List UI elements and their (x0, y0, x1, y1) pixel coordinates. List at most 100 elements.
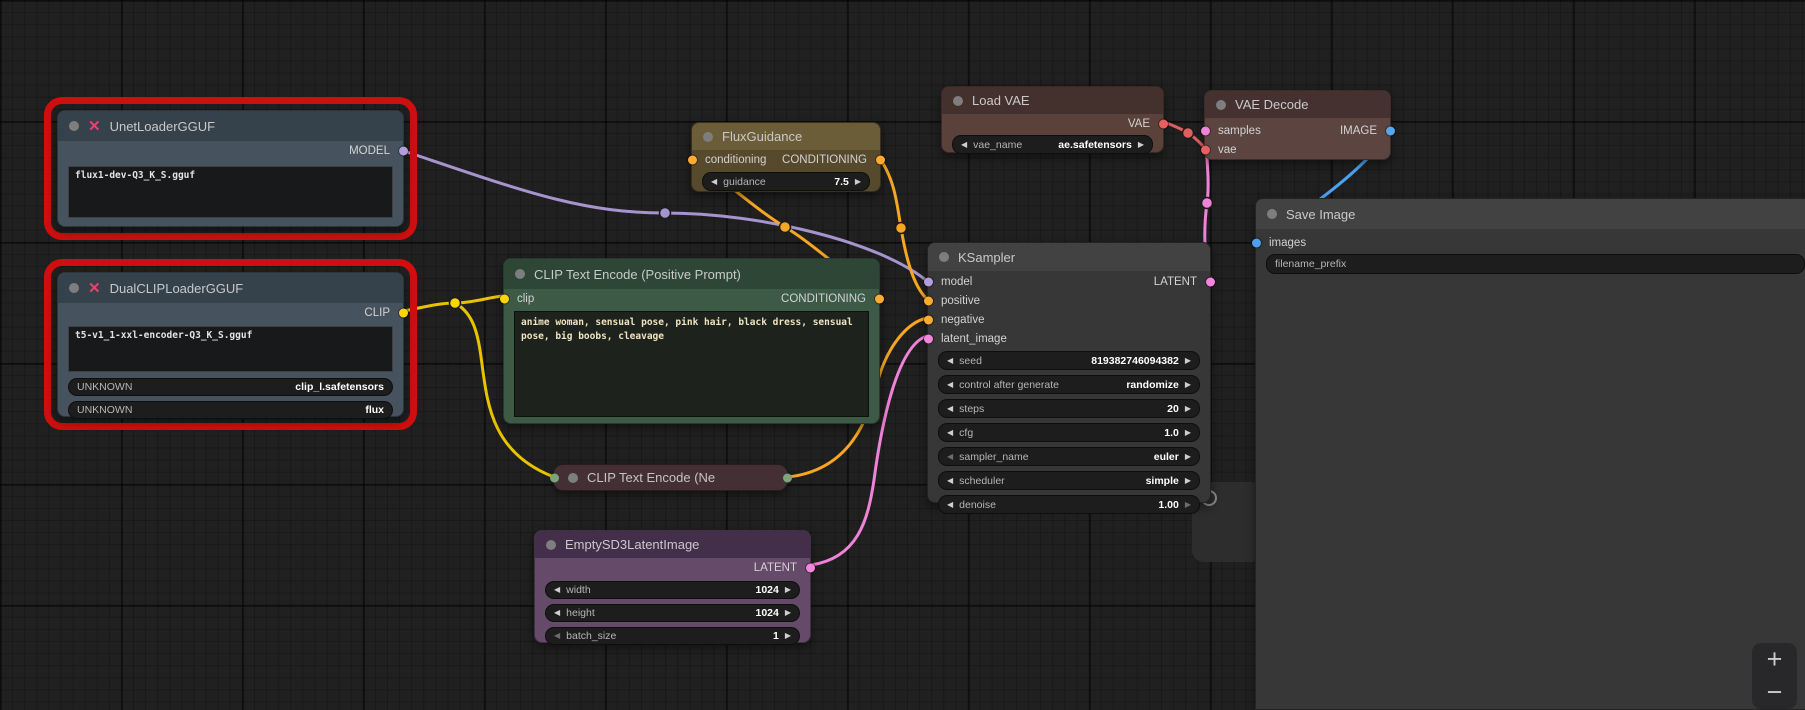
output-slot-latent[interactable] (1205, 277, 1215, 286)
reroute-dot-vae[interactable] (1181, 126, 1195, 140)
decrement-arrow-icon[interactable]: ◀ (711, 177, 717, 186)
output-slot-clip[interactable] (398, 308, 408, 317)
node-clip-text-encode-negative-collapsed[interactable]: CLIP Text Encode (Ne (549, 464, 792, 491)
collapse-dot[interactable] (1267, 209, 1277, 219)
input-slot-model[interactable] (923, 277, 933, 286)
input-slot-samples[interactable] (1200, 126, 1210, 135)
decrement-arrow-icon[interactable]: ◀ (947, 476, 953, 485)
reroute-dot-model[interactable] (658, 206, 672, 220)
node-titlebar[interactable]: FluxGuidance (692, 123, 880, 150)
clip-name-widget[interactable]: t5-v1_1-xxl-encoder-Q3_K_S.gguf (68, 326, 393, 372)
output-slot-conditioning[interactable] (874, 294, 884, 303)
node-unetloadergguf[interactable]: ✕ UnetLoaderGGUF MODEL flux1-dev-Q3_K_S.… (57, 110, 408, 227)
widget-steps[interactable]: ◀ steps 20 ▶ (938, 399, 1200, 418)
collapse-dot[interactable] (939, 252, 949, 262)
node-titlebar[interactable]: KSampler (928, 243, 1210, 271)
node-vae-decode[interactable]: VAE Decode samples IMAGE vae (1200, 90, 1395, 160)
input-slot-vae[interactable] (1200, 145, 1210, 154)
prompt-textarea[interactable]: anime woman, sensual pose, pink hair, bl… (514, 311, 869, 417)
collapse-dot[interactable] (953, 95, 963, 106)
node-titlebar[interactable]: Load VAE (942, 87, 1163, 114)
decrement-arrow-icon[interactable]: ◀ (947, 356, 953, 365)
node-dualcliploadergguf[interactable]: ✕ DualCLIPLoaderGGUF CLIP t5-v1_1-xxl-en… (57, 272, 408, 419)
decrement-arrow-icon[interactable]: ◀ (947, 500, 953, 509)
decrement-arrow-icon[interactable]: ◀ (554, 609, 560, 617)
node-emptysd3latentimage[interactable]: EmptySD3LatentImage LATENT ◀ width 1024 … (534, 530, 815, 645)
node-titlebar[interactable]: Save Image (1256, 199, 1805, 229)
increment-arrow-icon[interactable]: ▶ (785, 609, 791, 617)
increment-arrow-icon[interactable]: ▶ (1185, 404, 1191, 413)
widget-scheduler[interactable]: ◀ scheduler simple ▶ (938, 471, 1200, 490)
collapsed-output-slot[interactable] (782, 473, 792, 482)
node-titlebar[interactable]: CLIP Text Encode (Positive Prompt) (504, 259, 879, 289)
node-titlebar[interactable]: EmptySD3LatentImage (535, 531, 810, 558)
decrement-arrow-icon[interactable]: ◀ (947, 428, 953, 437)
widget-batch-size[interactable]: ◀ batch_size 1 ▶ (545, 627, 800, 645)
widget-clip-l[interactable]: UNKNOWN clip_l.safetensors (68, 378, 393, 396)
collapse-dot[interactable] (1216, 99, 1226, 110)
output-slot-image[interactable] (1385, 126, 1395, 135)
widget-control-after-generate[interactable]: ◀ control after generate randomize ▶ (938, 375, 1200, 394)
widget-cfg[interactable]: ◀ cfg 1.0 ▶ (938, 423, 1200, 442)
collapse-dot[interactable] (703, 131, 713, 142)
decrement-arrow-icon[interactable]: ◀ (961, 140, 967, 149)
widget-vae-name[interactable]: ◀ vae_name ae.safetensors ▶ (952, 135, 1153, 154)
increment-arrow-icon[interactable]: ▶ (1185, 476, 1191, 485)
increment-arrow-icon[interactable]: ▶ (855, 177, 861, 186)
unet-name-widget[interactable]: flux1-dev-Q3_K_S.gguf (68, 166, 393, 218)
collapse-dot[interactable] (69, 283, 79, 293)
collapse-dot[interactable] (515, 269, 525, 279)
input-slot-negative[interactable] (923, 315, 933, 324)
output-slot-latent[interactable] (805, 563, 815, 572)
decrement-arrow-icon[interactable]: ◀ (554, 632, 560, 640)
decrement-arrow-icon[interactable]: ◀ (947, 404, 953, 413)
input-slot-conditioning[interactable] (687, 155, 697, 164)
node-ksampler[interactable]: KSampler model LATENT positive negative … (923, 242, 1215, 514)
reroute-dot-latent[interactable] (1200, 196, 1214, 210)
reroute-dot-conditioning-b[interactable] (894, 221, 908, 235)
increment-arrow-icon[interactable]: ▶ (1185, 356, 1191, 365)
collapse-dot[interactable] (568, 472, 578, 483)
input-slot-images[interactable] (1251, 238, 1261, 247)
widget-guidance[interactable]: ◀ guidance 7.5 ▶ (702, 172, 870, 191)
collapse-dot[interactable] (69, 121, 79, 131)
increment-arrow-icon[interactable]: ▶ (785, 586, 791, 594)
increment-arrow-icon[interactable]: ▶ (1185, 428, 1191, 437)
widget-width[interactable]: ◀ width 1024 ▶ (545, 581, 800, 599)
node-load-vae[interactable]: Load VAE VAE ◀ vae_name ae.safetensors ▶ (941, 86, 1168, 154)
reroute-dot-conditioning-a[interactable] (778, 220, 792, 234)
decrement-arrow-icon[interactable]: ◀ (947, 452, 953, 461)
widget-value: 1024 (755, 607, 779, 619)
zoom-out-button[interactable]: − (1752, 676, 1797, 709)
collapsed-input-slot[interactable] (549, 473, 559, 482)
input-slot-positive[interactable] (923, 296, 933, 305)
input-slot-clip[interactable] (499, 294, 509, 303)
node-titlebar[interactable]: ✕ UnetLoaderGGUF (58, 111, 403, 141)
increment-arrow-icon[interactable]: ▶ (785, 632, 791, 640)
widget-height[interactable]: ◀ height 1024 ▶ (545, 604, 800, 622)
input-slot-latent-image[interactable] (923, 334, 933, 343)
widget-seed[interactable]: ◀ seed 819382746094382 ▶ (938, 351, 1200, 370)
reroute-dot-clip[interactable] (448, 296, 462, 310)
node-fluxguidance[interactable]: FluxGuidance conditioning CONDITIONING ◀… (687, 122, 885, 192)
output-slot-vae[interactable] (1158, 119, 1168, 128)
decrement-arrow-icon[interactable]: ◀ (554, 586, 560, 594)
increment-arrow-icon[interactable]: ▶ (1185, 452, 1191, 461)
widget-sampler-name[interactable]: ◀ sampler_name euler ▶ (938, 447, 1200, 466)
comfyui-canvas[interactable]: { "icons": {"left_arrow": "◀", "right_ar… (0, 0, 1805, 710)
node-titlebar[interactable]: VAE Decode (1205, 91, 1390, 118)
widget-filename-prefix[interactable]: filename_prefix (1266, 254, 1805, 274)
increment-arrow-icon[interactable]: ▶ (1138, 140, 1144, 149)
widget-denoise[interactable]: ◀ denoise 1.00 ▶ (938, 495, 1200, 514)
decrement-arrow-icon[interactable]: ◀ (947, 380, 953, 389)
node-clip-text-encode-positive[interactable]: CLIP Text Encode (Positive Prompt) clip … (499, 258, 884, 424)
node-titlebar[interactable]: ✕ DualCLIPLoaderGGUF (58, 273, 403, 303)
increment-arrow-icon[interactable]: ▶ (1185, 380, 1191, 389)
output-slot-conditioning[interactable] (875, 155, 885, 164)
widget-type[interactable]: UNKNOWN flux (68, 401, 393, 419)
collapse-dot[interactable] (546, 539, 556, 550)
output-slot-model[interactable] (398, 146, 408, 155)
zoom-in-button[interactable]: + (1752, 643, 1797, 676)
increment-arrow-icon[interactable]: ▶ (1185, 500, 1191, 509)
node-save-image[interactable]: Save Image images filename_prefix (1251, 198, 1805, 710)
